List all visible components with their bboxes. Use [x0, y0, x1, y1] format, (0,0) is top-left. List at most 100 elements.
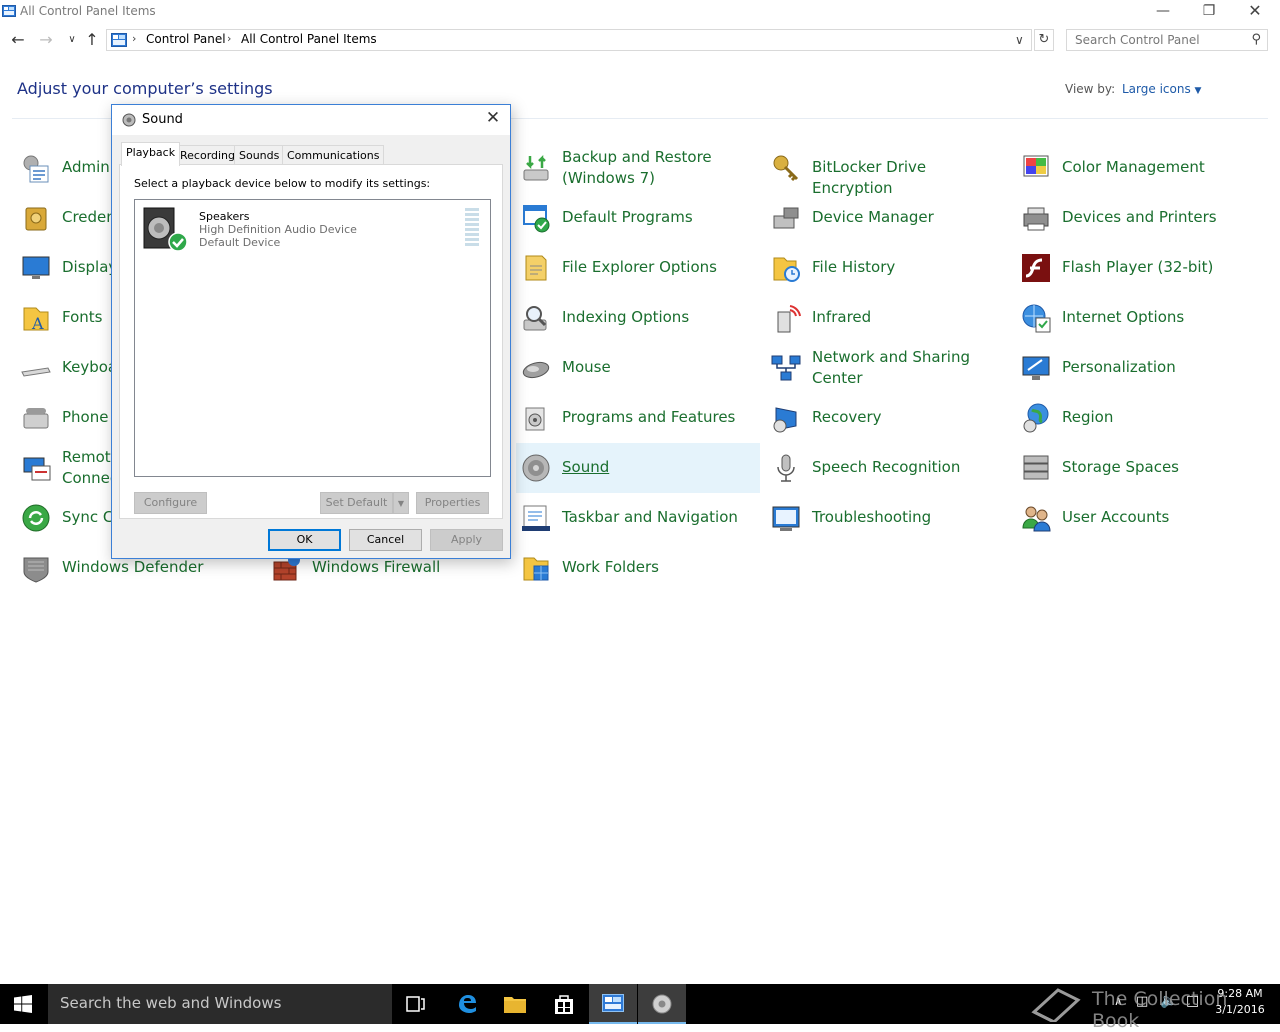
refresh-icon[interactable]: ↻ [1034, 29, 1054, 51]
back-arrow-icon[interactable]: ← [8, 30, 28, 49]
item-file-history[interactable]: File History [766, 243, 1010, 293]
task-view-icon[interactable] [392, 984, 440, 1024]
window-title: All Control Panel Items [20, 4, 156, 18]
item-bitlocker[interactable]: BitLocker Drive Encryption [766, 143, 1010, 197]
device-list[interactable]: Speakers High Definition Audio Device De… [134, 199, 491, 477]
configure-button[interactable]: Configure [134, 492, 207, 514]
item-file-explorer-options[interactable]: File Explorer Options [516, 243, 760, 293]
item-label: Internet Options [1062, 308, 1185, 326]
dialog-close-icon[interactable]: ✕ [482, 108, 504, 128]
address-bar[interactable]: › Control Panel › All Control Panel Item… [106, 29, 1032, 51]
properties-button[interactable]: Properties [416, 492, 489, 514]
store-icon[interactable] [540, 984, 588, 1024]
item-troubleshooting[interactable]: Troubleshooting [766, 493, 1010, 543]
device-description: High Definition Audio Device [199, 223, 357, 236]
cancel-button[interactable]: Cancel [349, 529, 422, 551]
view-by-value: Large icons [1122, 82, 1191, 96]
dialog-titlebar: Sound ✕ [112, 105, 510, 135]
item-flash-player[interactable]: Flash Player (32-bit) [1016, 243, 1260, 293]
svg-text:A: A [31, 314, 44, 333]
breadcrumb-separator: › [227, 32, 232, 45]
address-dropdown-icon[interactable]: ∨ [1015, 33, 1024, 47]
flash-player-icon [1022, 254, 1050, 282]
set-default-dropdown-icon[interactable]: ▼ [393, 492, 409, 514]
item-internet-options[interactable]: Internet Options [1016, 293, 1260, 343]
control-panel-icon [111, 33, 127, 47]
item-label: User Accounts [1062, 508, 1170, 526]
item-device-manager[interactable]: Device Manager [766, 193, 1010, 243]
microphone-icon [777, 454, 795, 482]
item-devices-and-printers[interactable]: Devices and Printers [1016, 193, 1260, 243]
sound-taskbar-icon[interactable] [638, 984, 686, 1024]
tab-communications[interactable]: Communications [282, 145, 385, 165]
up-arrow-icon[interactable]: ↑ [82, 30, 102, 49]
playback-panel: Select a playback device below to modify… [119, 164, 503, 519]
item-speech-recognition[interactable]: Speech Recognition [766, 443, 1010, 493]
item-label: Windows Firewall [312, 558, 441, 576]
taskbar-search-input[interactable]: Search the web and Windows [48, 984, 392, 1024]
item-label: Devices and Printers [1062, 208, 1217, 226]
close-button[interactable]: ✕ [1232, 0, 1278, 24]
item-user-accounts[interactable]: User Accounts [1016, 493, 1260, 543]
minimize-button[interactable]: — [1140, 0, 1186, 24]
restore-button[interactable]: ❐ [1186, 0, 1232, 24]
item-taskbar-and-navigation[interactable]: Taskbar and Navigation [516, 493, 760, 543]
item-personalization[interactable]: Personalization [1016, 343, 1260, 393]
breadcrumb-all-items[interactable]: All Control Panel Items [241, 32, 377, 46]
ok-button[interactable]: OK [268, 529, 341, 551]
search-icon[interactable]: ⚲ [1251, 32, 1261, 47]
window-titlebar: All Control Panel Items — ❐ ✕ [0, 0, 1280, 24]
edge-browser-icon[interactable] [443, 984, 491, 1024]
breadcrumb-control-panel[interactable]: Control Panel [146, 32, 226, 46]
dropdown-arrow-icon: ▼ [1194, 86, 1202, 96]
color-management-icon [1023, 155, 1049, 177]
recovery-icon [773, 407, 797, 433]
address-row: ← → ∨ ↑ › Control Panel › All Control Pa… [0, 26, 1280, 54]
item-color-management[interactable]: Color Management [1016, 143, 1260, 193]
item-label: Taskbar and Navigation [562, 508, 738, 526]
tab-recording[interactable]: Recording [175, 145, 241, 165]
item-label: Storage Spaces [1062, 458, 1179, 476]
volume-meter [465, 208, 479, 246]
credential-manager-icon [25, 207, 47, 231]
device-status: Default Device [199, 236, 281, 249]
file-explorer-icon[interactable] [491, 984, 539, 1024]
page-title: Adjust your computer’s settings [17, 79, 273, 98]
tab-sounds[interactable]: Sounds [234, 145, 285, 165]
item-default-programs[interactable]: Default Programs [516, 193, 760, 243]
apply-button[interactable]: Apply [430, 529, 503, 551]
recent-locations-chevron-icon[interactable]: ∨ [62, 34, 82, 45]
set-default-button[interactable]: Set Default [320, 492, 393, 514]
work-folders-icon [523, 557, 549, 581]
item-infrared[interactable]: Infrared [766, 293, 1010, 343]
search-input[interactable]: Search Control Panel ⚲ [1066, 29, 1268, 51]
watermark-text: The Collection Book [1092, 988, 1228, 1032]
item-region[interactable]: Region [1016, 393, 1260, 443]
item-programs-and-features[interactable]: Programs and Features [516, 393, 760, 443]
devices-printers-icon [1023, 207, 1049, 231]
speaker-icon [122, 113, 136, 127]
item-sound[interactable]: Sound [516, 443, 760, 493]
item-network-and-sharing-center[interactable]: Network and Sharing Center [766, 343, 1010, 393]
item-backup-and-restore[interactable]: Backup and Restore (Windows 7) [516, 143, 760, 193]
item-indexing-options[interactable]: Indexing Options [516, 293, 760, 343]
windows-start-icon[interactable] [14, 995, 32, 1013]
item-work-folders[interactable]: Work Folders [516, 543, 760, 593]
item-label: Color Management [1062, 158, 1205, 176]
item-storage-spaces[interactable]: Storage Spaces [1016, 443, 1260, 493]
control-panel-taskbar-icon[interactable] [589, 984, 637, 1024]
troubleshooting-icon [772, 506, 800, 531]
speakers-icon [143, 207, 188, 252]
item-label: Network and Sharing Center [812, 348, 970, 387]
programs-features-icon [525, 407, 545, 431]
forward-arrow-icon[interactable]: → [36, 30, 56, 49]
bitlocker-key-icon [773, 155, 799, 182]
infrared-icon [777, 305, 801, 333]
item-mouse[interactable]: Mouse [516, 343, 760, 393]
item-recovery[interactable]: Recovery [766, 393, 1010, 443]
tab-playback[interactable]: Playback [121, 142, 181, 166]
taskbar: Search the web and Windows ∧ ◫ 🔈 □ 9:28 … [0, 984, 1280, 1024]
view-by-dropdown[interactable]: Large icons ▼ [1122, 82, 1201, 96]
item-label: File History [812, 258, 896, 276]
backup-restore-icon [523, 154, 549, 181]
